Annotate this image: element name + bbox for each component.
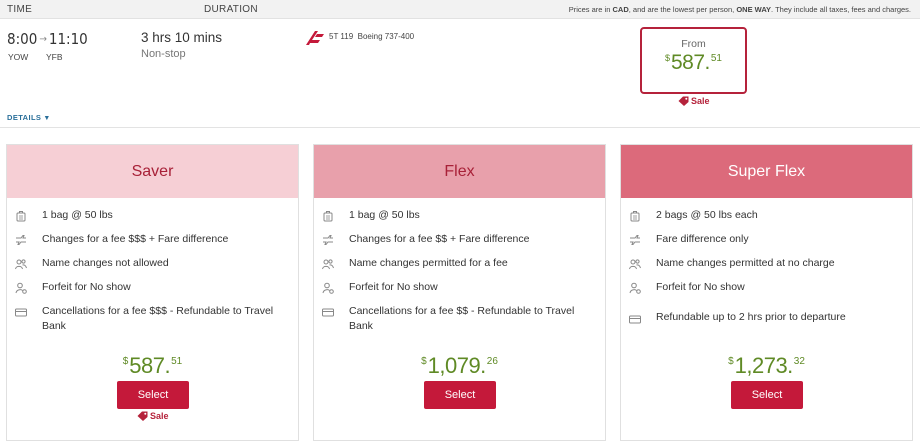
price-notice: Prices are in CAD, and are the lowest pe…	[568, 5, 911, 14]
sale-badge: Sale	[678, 96, 710, 106]
bag-icon	[630, 211, 640, 222]
feature-item: Refundable up to 2 hrs prior to departur…	[629, 310, 912, 325]
fare-card-flex: Flex 1 bag @ 50 lbs Changes for a fee $$…	[313, 144, 606, 441]
feature-item: 1 bag @ 50 lbs	[15, 208, 298, 223]
duration-column-header: DURATION	[204, 4, 258, 15]
fare-features: 2 bags @ 50 lbs each Fare difference onl…	[621, 198, 912, 325]
lowest-fare-box[interactable]: From $587.51	[640, 27, 747, 94]
lowest-fare-price: $587.51	[664, 51, 722, 74]
feature-item: Name changes permitted at no charge	[629, 256, 912, 271]
from-label: From	[681, 38, 706, 50]
feature-item: Forfeit for No show	[322, 280, 605, 295]
sale-badge: Sale	[137, 411, 169, 421]
select-super-flex-button[interactable]: Select	[731, 381, 803, 409]
caret-down-icon: ▼	[43, 115, 51, 122]
aircraft-type: Boeing 737-400	[357, 32, 415, 41]
feature-item: Name changes permitted for a fee	[322, 256, 605, 271]
feature-item: Fare difference only	[629, 232, 912, 247]
feature-item: Forfeit for No show	[15, 280, 298, 295]
details-toggle[interactable]: DETAILS ▼	[7, 113, 51, 122]
fare-features: 1 bag @ 50 lbs Changes for a fee $$$ + F…	[7, 198, 298, 334]
sale-tag-icon	[137, 411, 148, 421]
no-show-icon	[322, 282, 334, 294]
feature-item: Forfeit for No show	[629, 280, 912, 295]
no-show-icon	[15, 282, 27, 294]
flight-stops: Non-stop	[141, 48, 186, 60]
select-saver-button[interactable]: Select	[117, 381, 189, 409]
flight-number: 5T 119	[329, 32, 354, 41]
change-flight-icon	[323, 235, 333, 245]
fare-card-saver: Saver 1 bag @ 50 lbs Changes for a fee $…	[6, 144, 299, 441]
fare-title: Saver	[7, 145, 298, 198]
feature-item: 1 bag @ 50 lbs	[322, 208, 605, 223]
flight-summary-row: 8:00 → 11:10 YOW YFB 3 hrs 10 mins Non-sto…	[0, 20, 920, 128]
departure-time: 8:00	[7, 30, 38, 48]
feature-item: Cancellations for a fee $$$ - Refundable…	[15, 304, 298, 334]
no-show-icon	[629, 282, 641, 294]
cancellation-icon	[629, 315, 641, 323]
fare-title: Super Flex	[621, 145, 912, 198]
name-change-icon	[322, 259, 334, 270]
origin-airport: YOW	[8, 52, 29, 62]
results-header-bar: TIME DURATION Prices are in CAD, and are…	[0, 0, 920, 19]
fare-price: $1,273.32	[728, 353, 805, 378]
arrow-right-icon: →	[39, 34, 47, 45]
bag-icon	[323, 211, 333, 222]
fare-price: $1,079.26	[421, 353, 498, 378]
destination-airport: YFB	[46, 52, 63, 62]
bag-icon	[16, 211, 26, 222]
fare-title: Flex	[314, 145, 605, 198]
time-column-header: TIME	[7, 4, 33, 15]
flight-duration: 3 hrs 10 mins	[141, 30, 223, 45]
name-change-icon	[629, 259, 641, 270]
select-flex-button[interactable]: Select	[424, 381, 496, 409]
flight-times: 8:00 → 11:10	[7, 30, 88, 48]
flight-info: 5T 119 Boeing 737-400	[329, 32, 414, 41]
change-flight-icon	[630, 235, 640, 245]
feature-item: Name changes not allowed	[15, 256, 298, 271]
feature-item: Changes for a fee $$ + Fare difference	[322, 232, 605, 247]
feature-item: Cancellations for a fee $$ - Refundable …	[322, 304, 605, 334]
cancellation-icon	[322, 308, 334, 317]
airline-logo-icon	[306, 31, 324, 45]
fare-features: 1 bag @ 50 lbs Changes for a fee $$ + Fa…	[314, 198, 605, 334]
fare-price: $587.51	[122, 353, 183, 378]
cancellation-icon	[15, 308, 27, 317]
fare-card-super-flex: Super Flex 2 bags @ 50 lbs each Fare dif…	[620, 144, 913, 441]
arrival-time: 11:10	[48, 30, 88, 48]
name-change-icon	[15, 259, 27, 270]
change-flight-icon	[16, 235, 26, 245]
feature-item: 2 bags @ 50 lbs each	[629, 208, 912, 223]
sale-tag-icon	[678, 96, 689, 106]
feature-item: Changes for a fee $$$ + Fare difference	[15, 232, 298, 247]
